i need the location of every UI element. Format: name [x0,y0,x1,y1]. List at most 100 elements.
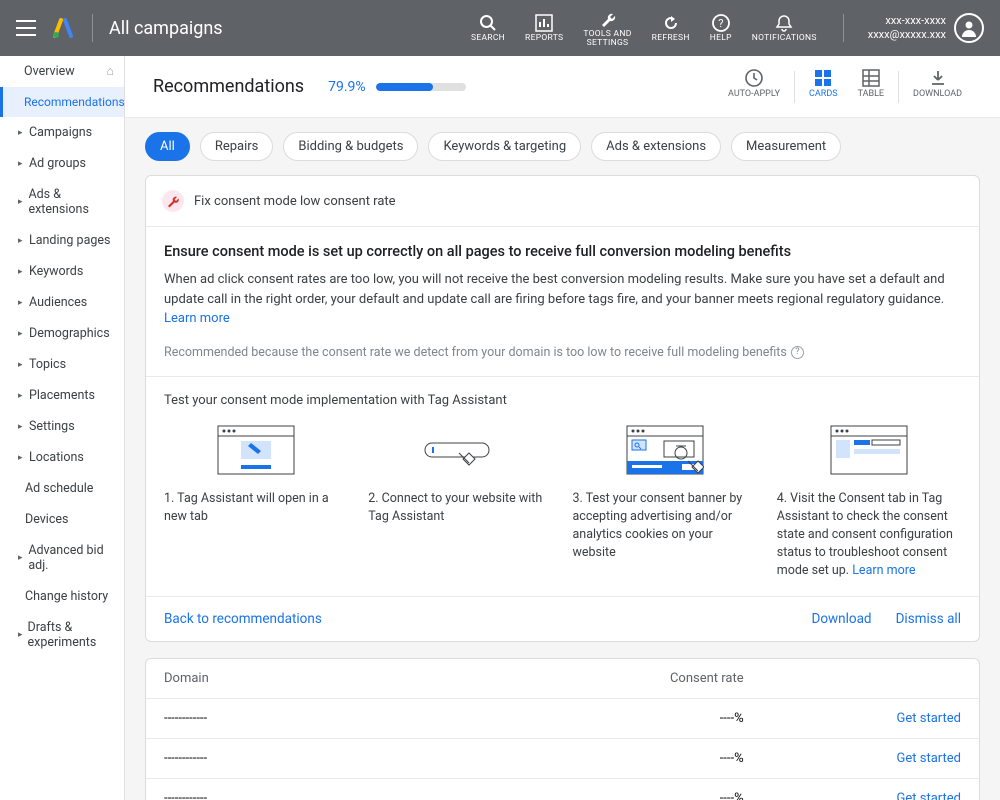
sidebar-item-locations[interactable]: ▸Locations [0,442,124,473]
download-link[interactable]: Download [811,611,871,627]
learn-more-link[interactable]: Learn more [852,563,915,578]
wrench-icon [599,8,617,30]
chip-repairs[interactable]: Repairs [200,132,274,161]
learn-more-link[interactable]: Learn more [164,311,230,326]
get-started-link[interactable]: Get started [897,791,961,800]
chip-bidding[interactable]: Bidding & budgets [283,132,418,161]
info-icon[interactable]: ? [791,346,804,359]
filter-chips: All Repairs Bidding & budgets Keywords &… [125,118,1000,175]
chip-all[interactable]: All [145,132,190,161]
table-view-button[interactable]: TABLE [858,67,884,107]
search-icon [479,12,497,34]
sidebar-item-drafts[interactable]: ▸Drafts & experiments [0,612,124,658]
cards-view-button[interactable]: CARDS [809,67,838,107]
sidebar-item-overview[interactable]: Overview⌂ [0,56,124,87]
tools-settings-button[interactable]: TOOLS AND SETTINGS [583,8,631,49]
account-info[interactable]: xxx-xxx-xxxxxxxx@xxxxx.xxx [868,13,984,43]
get-started-link[interactable]: Get started [897,751,961,766]
table-icon [862,67,880,89]
sidebar-item-recommendations[interactable]: Recommendations [0,87,124,117]
top-title: All campaigns [109,18,223,39]
chip-ads[interactable]: Ads & extensions [591,132,721,161]
chip-keywords[interactable]: Keywords & targeting [428,132,581,161]
step-1-illustration [164,424,348,476]
chevron-right-icon: ▸ [18,391,24,401]
auto-apply-button[interactable]: AUTO-APPLY [728,67,780,107]
sidebar-item-keywords[interactable]: ▸Keywords [0,256,124,287]
optimization-score: 79.9% [328,79,366,95]
sidebar-item-ad-schedule[interactable]: Ad schedule [0,473,124,504]
banner-text: Fix consent mode low consent rate [194,194,396,209]
step-3: 3. Test your consent banner by accepting… [573,424,757,581]
divider [843,14,844,42]
avatar-icon [954,13,984,43]
step-2-illustration [368,424,552,476]
divider [898,71,899,103]
chevron-right-icon: ▸ [18,298,24,308]
recommendation-reason: Recommended because the consent rate we … [164,345,961,360]
col-domain: Domain [164,671,454,686]
top-bar: All campaigns SEARCH REPORTS TOOLS AND S… [0,0,1000,56]
table-row: ------------ ----% Get started [146,779,979,800]
sidebar-item-ads-extensions[interactable]: ▸Ads & extensions [0,179,124,225]
chevron-right-icon: ▸ [18,329,24,339]
auto-apply-icon [744,67,764,89]
divider [92,14,93,42]
table-row: ------------ ----% Get started [146,739,979,779]
menu-icon[interactable] [12,16,40,40]
chevron-right-icon: ▸ [18,236,24,246]
chip-measurement[interactable]: Measurement [731,132,841,161]
card-title: Ensure consent mode is set up correctly … [164,243,961,260]
get-started-link[interactable]: Get started [897,711,961,726]
sidebar-item-placements[interactable]: ▸Placements [0,380,124,411]
chevron-right-icon: ▸ [18,159,24,169]
card-footer: Back to recommendations Download Dismiss… [146,596,979,641]
steps-title: Test your consent mode implementation wi… [164,393,961,408]
col-rate: Consent rate [454,671,744,686]
sidebar-item-campaigns[interactable]: ▸Campaigns [0,117,124,148]
chevron-right-icon: ▸ [18,553,23,563]
main-header: Recommendations 79.9% AUTO-APPLY CARDS T… [125,56,1000,118]
step-2: 2. Connect to your website with Tag Assi… [368,424,552,581]
chevron-right-icon: ▸ [18,630,23,640]
table-row: ------------ ----% Get started [146,699,979,739]
sidebar-item-landing-pages[interactable]: ▸Landing pages [0,225,124,256]
chevron-right-icon: ▸ [18,360,24,370]
sidebar-item-ad-groups[interactable]: ▸Ad groups [0,148,124,179]
sidebar-item-change-history[interactable]: Change history [0,581,124,612]
help-button[interactable]: ?HELP [710,12,732,43]
refresh-icon [662,12,680,34]
download-button[interactable]: DOWNLOAD [913,67,962,107]
chevron-right-icon: ▸ [18,267,24,277]
refresh-button[interactable]: REFRESH [652,12,690,43]
search-button[interactable]: SEARCH [471,12,505,43]
dismiss-all-link[interactable]: Dismiss all [896,611,961,627]
sidebar-item-advanced-bid[interactable]: ▸Advanced bid adj. [0,535,124,581]
notifications-button[interactable]: NOTIFICATIONS [752,12,817,43]
sidebar-item-settings[interactable]: ▸Settings [0,411,124,442]
reports-button[interactable]: REPORTS [525,12,563,43]
steps-section: Test your consent mode implementation wi… [146,377,979,597]
chevron-right-icon: ▸ [18,453,24,463]
sidebar: Overview⌂ Recommendations ▸Campaigns ▸Ad… [0,56,125,800]
cards-icon [814,67,832,89]
sidebar-item-devices[interactable]: Devices [0,504,124,535]
sidebar-item-topics[interactable]: ▸Topics [0,349,124,380]
chevron-right-icon: ▸ [18,128,24,138]
chevron-right-icon: ▸ [18,197,23,207]
sidebar-item-demographics[interactable]: ▸Demographics [0,318,124,349]
score-progress [376,83,466,91]
wrench-icon [162,190,184,212]
bell-icon [775,12,793,34]
card-banner: Fix consent mode low consent rate [146,176,979,227]
back-link[interactable]: Back to recommendations [164,611,322,627]
svg-text:?: ? [718,17,724,30]
main-content: Recommendations 79.9% AUTO-APPLY CARDS T… [125,56,1000,800]
chevron-right-icon: ▸ [18,422,24,432]
google-ads-logo [50,15,76,41]
sidebar-item-audiences[interactable]: ▸Audiences [0,287,124,318]
reports-icon [535,12,553,34]
step-4-illustration [777,424,961,476]
recommendation-card: Fix consent mode low consent rate Ensure… [145,175,980,642]
domains-table: Domain Consent rate ------------ ----% G… [145,658,980,800]
